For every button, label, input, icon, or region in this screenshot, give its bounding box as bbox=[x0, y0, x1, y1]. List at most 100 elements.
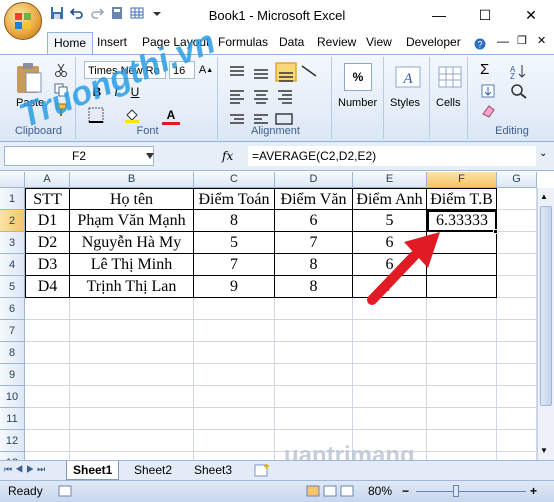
cell[interactable]: Họ tên bbox=[70, 188, 194, 210]
cell[interactable] bbox=[353, 386, 427, 408]
autosum-button[interactable]: Σ bbox=[480, 61, 489, 78]
cell[interactable]: Trịnh Thị Lan bbox=[70, 276, 194, 298]
cell[interactable] bbox=[25, 364, 70, 386]
sheet-nav-icons[interactable]: ⏮◀▶⏭ bbox=[4, 464, 48, 475]
cell[interactable] bbox=[275, 298, 353, 320]
cell[interactable] bbox=[25, 298, 70, 320]
formula-input[interactable]: =AVERAGE(C2,D2,E2) bbox=[248, 146, 536, 166]
cell[interactable]: 8 bbox=[194, 210, 275, 232]
cell[interactable] bbox=[353, 320, 427, 342]
cell[interactable] bbox=[194, 364, 275, 386]
column-header-f[interactable]: F bbox=[427, 172, 497, 188]
cell[interactable] bbox=[353, 342, 427, 364]
cell[interactable] bbox=[497, 430, 537, 452]
clear-icon[interactable] bbox=[480, 103, 496, 119]
workbook-close-icon[interactable]: ✕ bbox=[537, 34, 546, 47]
cell[interactable]: 6 bbox=[275, 210, 353, 232]
fill-color-icon[interactable] bbox=[124, 107, 140, 123]
row-header[interactable]: 6 bbox=[0, 298, 25, 320]
cell[interactable] bbox=[275, 364, 353, 386]
cell[interactable] bbox=[275, 408, 353, 430]
cell[interactable] bbox=[497, 232, 537, 254]
cell[interactable] bbox=[70, 364, 194, 386]
cell[interactable] bbox=[194, 386, 275, 408]
cell[interactable]: 5 bbox=[194, 232, 275, 254]
cell[interactable] bbox=[427, 430, 497, 452]
office-button[interactable] bbox=[4, 2, 42, 40]
scroll-up-icon[interactable]: ▲ bbox=[540, 192, 548, 201]
cell[interactable] bbox=[70, 342, 194, 364]
ribbon-restore-icon[interactable]: ❐ bbox=[517, 34, 527, 47]
scroll-thumb[interactable] bbox=[540, 206, 552, 406]
sheet-tab-2[interactable]: Sheet2 bbox=[128, 461, 178, 480]
cell[interactable] bbox=[25, 408, 70, 430]
row-header[interactable]: 7 bbox=[0, 320, 25, 342]
cell[interactable] bbox=[275, 342, 353, 364]
cell[interactable]: 8 bbox=[275, 276, 353, 298]
close-button[interactable]: ✕ bbox=[508, 0, 554, 30]
tab-home[interactable]: Home bbox=[47, 32, 94, 54]
zoom-slider-thumb[interactable] bbox=[453, 485, 459, 497]
cell[interactable] bbox=[497, 210, 537, 232]
tab-developer[interactable]: Developer bbox=[406, 35, 461, 49]
cell[interactable] bbox=[497, 298, 537, 320]
cell[interactable] bbox=[497, 408, 537, 430]
row-header[interactable]: 9 bbox=[0, 364, 25, 386]
row-header[interactable]: 12 bbox=[0, 430, 25, 452]
alignment-icons[interactable] bbox=[226, 62, 326, 128]
percent-icon[interactable]: % bbox=[344, 63, 372, 91]
minimize-button[interactable]: — bbox=[416, 0, 462, 30]
cell[interactable] bbox=[194, 408, 275, 430]
cell[interactable]: Phạm Văn Mạnh bbox=[70, 210, 194, 232]
cell[interactable] bbox=[70, 430, 194, 452]
cell[interactable]: D3 bbox=[25, 254, 70, 276]
vertical-scrollbar[interactable]: ▲ ▼ bbox=[537, 188, 554, 460]
expand-formula-bar-icon[interactable]: ⌄ bbox=[539, 148, 547, 159]
cell[interactable]: Điểm Toán bbox=[194, 188, 275, 210]
cell[interactable] bbox=[25, 386, 70, 408]
cell[interactable] bbox=[194, 320, 275, 342]
cell[interactable]: D4 bbox=[25, 276, 70, 298]
column-header-b[interactable]: B bbox=[70, 172, 194, 188]
cell[interactable]: 8 bbox=[275, 254, 353, 276]
cell[interactable] bbox=[275, 320, 353, 342]
column-header-d[interactable]: D bbox=[275, 172, 353, 188]
tab-formulas[interactable]: Formulas bbox=[218, 35, 268, 49]
cell[interactable] bbox=[25, 342, 70, 364]
find-select-icon[interactable] bbox=[510, 83, 530, 99]
fill-handle[interactable] bbox=[493, 229, 498, 234]
sheet-tab-1[interactable]: Sheet1 bbox=[66, 461, 120, 480]
row-header[interactable]: 11 bbox=[0, 408, 25, 430]
cell[interactable] bbox=[427, 408, 497, 430]
scroll-down-icon[interactable]: ▼ bbox=[540, 446, 548, 455]
cell[interactable] bbox=[427, 364, 497, 386]
insert-sheet-icon[interactable] bbox=[254, 464, 270, 477]
column-header-g[interactable]: G bbox=[497, 172, 537, 188]
zoom-in-button[interactable]: + bbox=[530, 484, 537, 498]
cell[interactable] bbox=[497, 386, 537, 408]
cell[interactable]: Nguyễn Hà My bbox=[70, 232, 194, 254]
column-header-c[interactable]: C bbox=[194, 172, 275, 188]
cut-icon[interactable] bbox=[54, 63, 68, 77]
column-header-e[interactable]: E bbox=[353, 172, 427, 188]
name-box-dropdown-icon[interactable] bbox=[146, 153, 154, 159]
sheet-tab-3[interactable]: Sheet3 bbox=[188, 461, 238, 480]
cell[interactable] bbox=[497, 188, 537, 210]
cell[interactable] bbox=[194, 342, 275, 364]
cell[interactable] bbox=[497, 320, 537, 342]
select-all-corner[interactable] bbox=[0, 172, 25, 188]
row-header[interactable]: 3 bbox=[0, 232, 25, 254]
cell[interactable] bbox=[353, 408, 427, 430]
cell[interactable] bbox=[70, 298, 194, 320]
cell[interactable] bbox=[427, 386, 497, 408]
row-header[interactable]: 2 bbox=[0, 210, 25, 232]
fill-icon[interactable] bbox=[480, 83, 496, 99]
cell[interactable] bbox=[70, 320, 194, 342]
column-header-a[interactable]: A bbox=[25, 172, 70, 188]
number-group-label[interactable]: Number bbox=[338, 97, 377, 109]
cell[interactable] bbox=[497, 364, 537, 386]
cells-label[interactable]: Cells bbox=[436, 97, 460, 109]
row-header[interactable]: 1 bbox=[0, 188, 25, 210]
font-color-button[interactable]: A bbox=[162, 107, 180, 125]
cell[interactable] bbox=[353, 364, 427, 386]
